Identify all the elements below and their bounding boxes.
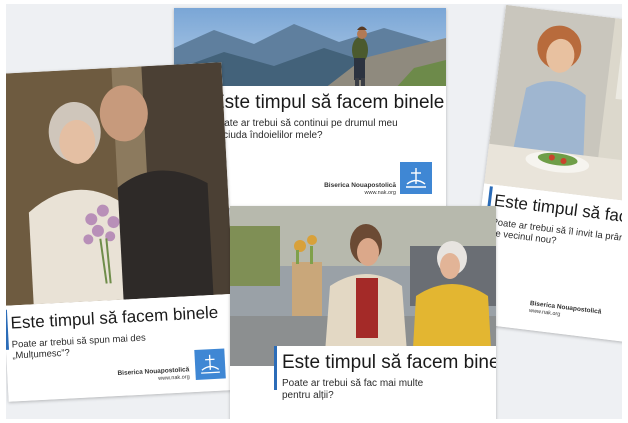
brand-url: www.nak.org <box>364 190 397 197</box>
poster-photo-couple <box>6 62 234 306</box>
accent-bar <box>274 346 277 390</box>
poster-card-couple: Este timpul să facem binele Poate ar tre… <box>6 62 239 402</box>
church-logo-icon <box>194 348 226 380</box>
poster-collage: Este timpul să facem binele Poate ar tre… <box>6 4 622 419</box>
poster-headline: Este timpul să facem binele <box>212 92 445 113</box>
question-line: Poate ar trebui să continui pe drumul me… <box>212 118 398 129</box>
brand-block: Biserica Nouapostolică www.nak.org <box>324 182 396 197</box>
poster-photo-women <box>230 206 496 366</box>
poster-card-women: Este timpul să facem binele Poate ar tre… <box>230 206 496 419</box>
poster-photo-dinner <box>484 4 622 205</box>
poster-question: Poate ar trebui să fac mai multe pentru … <box>282 378 423 402</box>
poster-headline: Este timpul să facem binele <box>282 352 496 373</box>
question-line: în ciuda îndoielilor mele? <box>212 130 323 141</box>
poster-question: Poate ar trebui să continui pe drumul me… <box>212 118 398 142</box>
brand-name: Biserica Nouapostolică <box>324 182 396 189</box>
church-logo-icon <box>400 162 432 194</box>
question-line: Poate ar trebui să fac mai multe <box>282 378 424 389</box>
question-line: pentru alții? <box>282 390 334 401</box>
